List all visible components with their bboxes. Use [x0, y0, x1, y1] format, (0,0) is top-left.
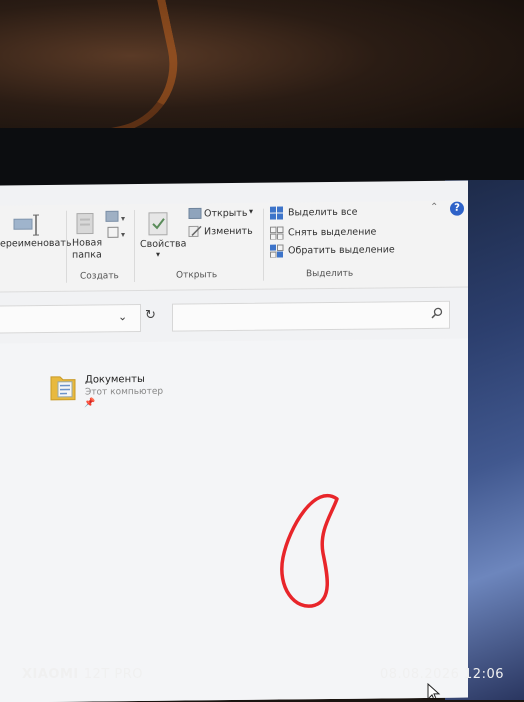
new-folder-label-1[interactable]: Новая: [72, 237, 102, 248]
red-annotation-loop: [275, 487, 345, 618]
refresh-icon[interactable]: ↻: [145, 308, 156, 323]
invert-selection-button[interactable]: Обратить выделение: [288, 244, 395, 256]
svg-text:▾: ▾: [121, 230, 125, 239]
select-all-button[interactable]: Выделить все: [288, 207, 358, 219]
select-group-label: Выделить: [306, 269, 353, 279]
properties-button[interactable]: Свойства: [140, 238, 186, 249]
edit-button[interactable]: Изменить: [204, 226, 253, 238]
create-group-label: Создать: [80, 271, 119, 281]
documents-folder-icon[interactable]: [50, 371, 76, 401]
list-item-location: Этот компьютер: [85, 387, 163, 398]
help-button[interactable]: ?: [450, 202, 464, 216]
edit-icon[interactable]: [188, 225, 202, 237]
chevron-down-icon[interactable]: ⌄: [118, 310, 127, 323]
invert-selection-icon[interactable]: [270, 244, 284, 257]
open-group-label: Открыть: [176, 270, 217, 280]
new-folder-label-2[interactable]: папка: [72, 249, 102, 260]
file-explorer-window: ереименовать Новая папка ▾ ▾ Создать Сво…: [0, 181, 468, 702]
camera-brand-watermark: XIAOMI 12T PRO: [22, 667, 143, 682]
new-item-icon[interactable]: ▾ ▾: [104, 209, 130, 243]
pin-icon: 📌: [84, 398, 95, 408]
camera-datetime-watermark: 08.08.2026 12:06: [380, 667, 504, 682]
open-button[interactable]: Открыть: [204, 208, 247, 219]
search-icon: [431, 307, 443, 319]
collapse-ribbon-icon[interactable]: ⌃: [430, 202, 438, 213]
list-item-name[interactable]: Документы: [85, 374, 145, 386]
new-folder-icon[interactable]: [74, 210, 96, 236]
open-dropdown-icon[interactable]: ▾: [249, 207, 253, 216]
properties-icon[interactable]: [146, 210, 170, 238]
monitor-bezel: [0, 128, 524, 188]
rename-button[interactable]: ереименовать: [0, 238, 71, 250]
deselect-icon[interactable]: [270, 226, 284, 239]
mouse-cursor-icon: [427, 683, 441, 702]
address-bar[interactable]: ⌄: [0, 304, 141, 333]
search-input[interactable]: [172, 301, 450, 332]
svg-text:▾: ▾: [121, 214, 125, 223]
properties-dropdown-icon[interactable]: ▾: [156, 250, 160, 259]
ribbon-toolbar: ереименовать Новая папка ▾ ▾ Создать Сво…: [0, 201, 468, 293]
open-icon[interactable]: [188, 207, 202, 219]
rename-icon[interactable]: [12, 213, 42, 237]
deselect-button[interactable]: Снять выделение: [288, 227, 376, 239]
select-all-icon[interactable]: [270, 206, 284, 219]
